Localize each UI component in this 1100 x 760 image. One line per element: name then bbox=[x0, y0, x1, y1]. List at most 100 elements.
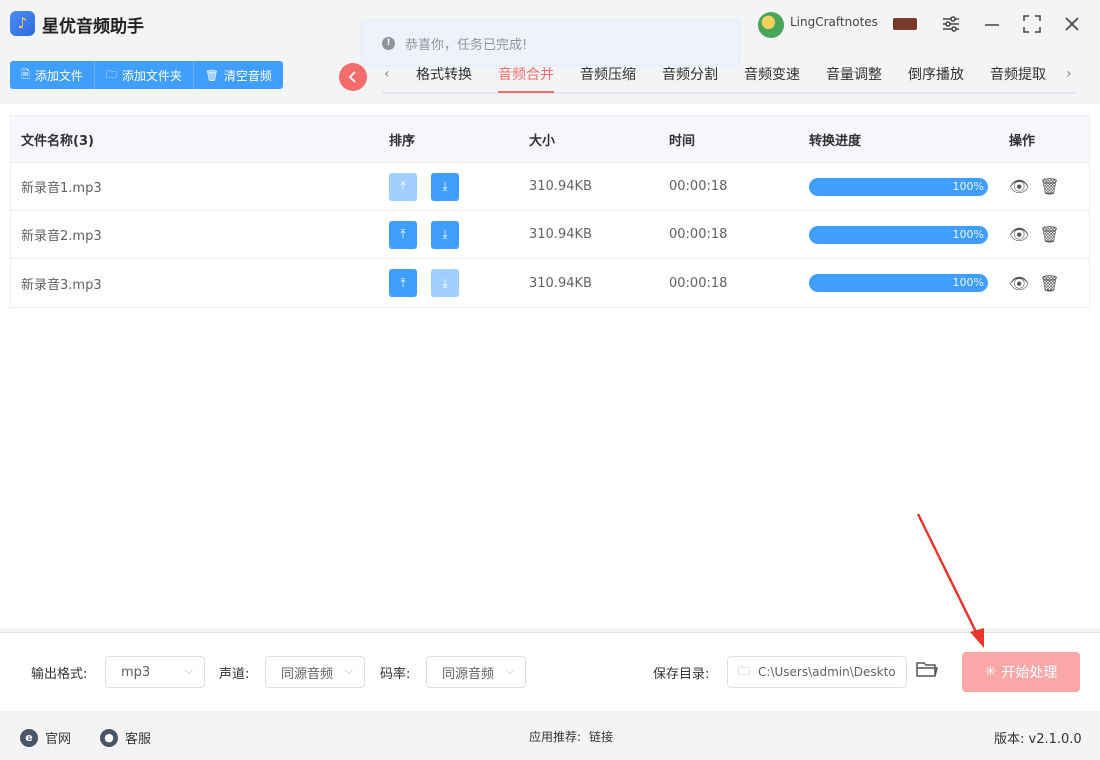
website-label: 官网 bbox=[45, 732, 72, 747]
table-row: 新录音2.mp3 ⤒ ⤓ 310.94KB 00:00:18 100% 👁 🗑 bbox=[11, 211, 1089, 259]
format-value: mp3 bbox=[121, 664, 151, 680]
tab-audio-compress[interactable]: 音频压缩 bbox=[580, 64, 636, 84]
table-header: 文件名称(3) 排序 大小 时间 转换进度 操作 bbox=[11, 116, 1089, 163]
chat-bubble-icon: ● bbox=[100, 728, 118, 747]
bitrate-value: 同源音频 bbox=[442, 666, 495, 682]
tab-audio-merge[interactable]: 音频合并 bbox=[498, 64, 554, 84]
ops-cell: 👁 🗑 bbox=[1009, 259, 1070, 307]
user-avatar[interactable] bbox=[758, 12, 784, 38]
info-icon: ! bbox=[382, 36, 395, 50]
chevron-down-icon: ⌵ bbox=[184, 664, 193, 677]
website-link[interactable]: e 官网 bbox=[20, 728, 71, 747]
add-folder-label: 添加文件夹 bbox=[121, 68, 182, 83]
progress-text: 100% bbox=[952, 179, 984, 193]
service-label: 客服 bbox=[125, 732, 152, 747]
header-size: 大小 bbox=[529, 133, 556, 149]
sort-controls: ⤒ ⤓ bbox=[389, 163, 473, 210]
progress-cell: 100% bbox=[809, 163, 988, 210]
ops-cell: 👁 🗑 bbox=[1009, 211, 1070, 258]
collapse-sidebar-button[interactable] bbox=[339, 63, 367, 91]
trash-icon: 🗑 bbox=[204, 68, 219, 82]
tabs-prev-icon[interactable]: ‹ bbox=[384, 66, 390, 82]
preview-eye-icon[interactable]: 👁 bbox=[1009, 225, 1029, 244]
tab-audio-speed[interactable]: 音频变速 bbox=[744, 64, 800, 84]
channel-select[interactable]: 同源音频 ⌵ bbox=[265, 656, 365, 688]
tab-reverse-play[interactable]: 倒序播放 bbox=[908, 64, 964, 84]
move-up-button[interactable]: ⤒ bbox=[389, 220, 417, 249]
tab-volume-adjust[interactable]: 音量调整 bbox=[826, 64, 882, 84]
start-processing-button[interactable]: ✳ 开始处理 bbox=[962, 652, 1080, 692]
main-panel: 文件名称(3) 排序 大小 时间 转换进度 操作 新录音1.mp3 ⤒ ⤓ 31… bbox=[0, 104, 1100, 628]
delete-trash-icon[interactable]: 🗑 bbox=[1039, 177, 1059, 196]
toast-message: 恭喜你，任务已完成! bbox=[405, 37, 528, 53]
loading-spinner-icon: ✳ bbox=[984, 664, 997, 680]
save-dir-value: C:\Users\admin\Deskto bbox=[758, 665, 896, 679]
username[interactable]: LingCraftnotes bbox=[790, 15, 910, 33]
move-up-button[interactable]: ⤒ bbox=[389, 269, 417, 297]
preview-eye-icon[interactable]: 👁 bbox=[1009, 177, 1029, 196]
chevron-down-icon: ⌵ bbox=[505, 664, 514, 677]
header-name: 文件名称(3) bbox=[21, 133, 94, 149]
move-up-button[interactable]: ⤒ bbox=[389, 172, 417, 201]
file-duration: 00:00:18 bbox=[669, 179, 728, 194]
table-row: 新录音1.mp3 ⤒ ⤓ 310.94KB 00:00:18 100% 👁 🗑 bbox=[11, 163, 1089, 211]
move-down-button[interactable]: ⤓ bbox=[431, 269, 459, 297]
format-label: 输出格式: bbox=[31, 667, 88, 682]
folder-small-icon: 🗀 bbox=[738, 663, 751, 678]
save-dir-input[interactable]: 🗀 C:\Users\admin\Deskto bbox=[727, 656, 907, 688]
user-badge bbox=[893, 18, 917, 30]
channel-value: 同源音频 bbox=[281, 666, 334, 682]
file-duration: 00:00:18 bbox=[669, 227, 728, 242]
tabs-next-icon[interactable]: › bbox=[1066, 66, 1072, 82]
version-text: 版本: v2.1.0.0 bbox=[994, 732, 1082, 747]
app-title: 星优音频助手 bbox=[42, 17, 144, 37]
clear-audio-button[interactable]: 🗑 清空音频 bbox=[193, 61, 283, 89]
add-file-label: 添加文件 bbox=[34, 68, 83, 83]
add-file-button[interactable]: 🗎 添加文件 bbox=[10, 61, 95, 89]
service-link[interactable]: ● 客服 bbox=[100, 728, 151, 747]
add-folder-button[interactable]: 🗀 添加文件夹 bbox=[94, 61, 194, 89]
delete-trash-icon[interactable]: 🗑 bbox=[1039, 274, 1059, 293]
file-toolbar: 🗎 添加文件 🗀 添加文件夹 🗑 清空音频 bbox=[10, 61, 283, 89]
maximize-icon[interactable] bbox=[1020, 12, 1044, 36]
open-folder-icon[interactable] bbox=[916, 660, 938, 683]
table-row: 新录音3.mp3 ⤒ ⤓ 310.94KB 00:00:18 100% 👁 🗑 bbox=[11, 259, 1089, 307]
file-icon: 🗎 bbox=[21, 67, 30, 81]
move-down-button[interactable]: ⤓ bbox=[431, 220, 459, 249]
recommend-link[interactable]: 链接 bbox=[589, 728, 613, 745]
settings-sliders-icon[interactable] bbox=[939, 12, 963, 36]
footer: e 官网 ● 客服 应用推荐: 链接 版本: v2.1.0.0 bbox=[0, 712, 1100, 760]
minimize-icon[interactable] bbox=[980, 12, 1004, 36]
bitrate-label: 码率: bbox=[380, 667, 411, 682]
output-settings: 输出格式: mp3 ⌵ 声道: 同源音频 ⌵ 码率: 同源音频 ⌵ 保存目录: … bbox=[0, 632, 1100, 711]
recommend-label: 应用推荐: bbox=[529, 730, 582, 744]
file-name: 新录音3.mp3 bbox=[21, 277, 102, 293]
header-time: 时间 bbox=[669, 133, 696, 149]
channel-label: 声道: bbox=[219, 667, 250, 682]
active-tab-indicator bbox=[498, 91, 554, 93]
progress-bar: 100% bbox=[809, 225, 988, 244]
format-select[interactable]: mp3 ⌵ bbox=[105, 656, 205, 688]
chevron-down-icon: ⌵ bbox=[344, 664, 353, 677]
sort-controls: ⤒ ⤓ bbox=[389, 259, 473, 307]
tab-audio-split[interactable]: 音频分割 bbox=[662, 64, 718, 84]
app-logo-icon: ♪ bbox=[10, 11, 35, 36]
ops-cell: 👁 🗑 bbox=[1009, 163, 1070, 210]
progress-cell: 100% bbox=[809, 259, 988, 307]
save-dir-label: 保存目录: bbox=[653, 667, 710, 682]
browser-e-icon: e bbox=[20, 728, 38, 747]
file-name: 新录音1.mp3 bbox=[21, 181, 102, 196]
file-table: 文件名称(3) 排序 大小 时间 转换进度 操作 新录音1.mp3 ⤒ ⤓ 31… bbox=[10, 115, 1090, 308]
preview-eye-icon[interactable]: 👁 bbox=[1009, 274, 1029, 293]
tab-audio-extract[interactable]: 音频提取 bbox=[990, 64, 1046, 84]
sort-controls: ⤒ ⤓ bbox=[389, 211, 473, 258]
move-down-button[interactable]: ⤓ bbox=[431, 172, 459, 201]
file-name: 新录音2.mp3 bbox=[21, 229, 102, 244]
file-size: 310.94KB bbox=[529, 179, 592, 194]
tab-format-convert[interactable]: 格式转换 bbox=[416, 64, 472, 84]
close-icon[interactable] bbox=[1060, 12, 1084, 36]
recommend: 应用推荐: 链接 bbox=[529, 728, 613, 745]
bitrate-select[interactable]: 同源音频 ⌵ bbox=[426, 656, 526, 688]
progress-text: 100% bbox=[952, 276, 984, 289]
delete-trash-icon[interactable]: 🗑 bbox=[1039, 225, 1059, 244]
